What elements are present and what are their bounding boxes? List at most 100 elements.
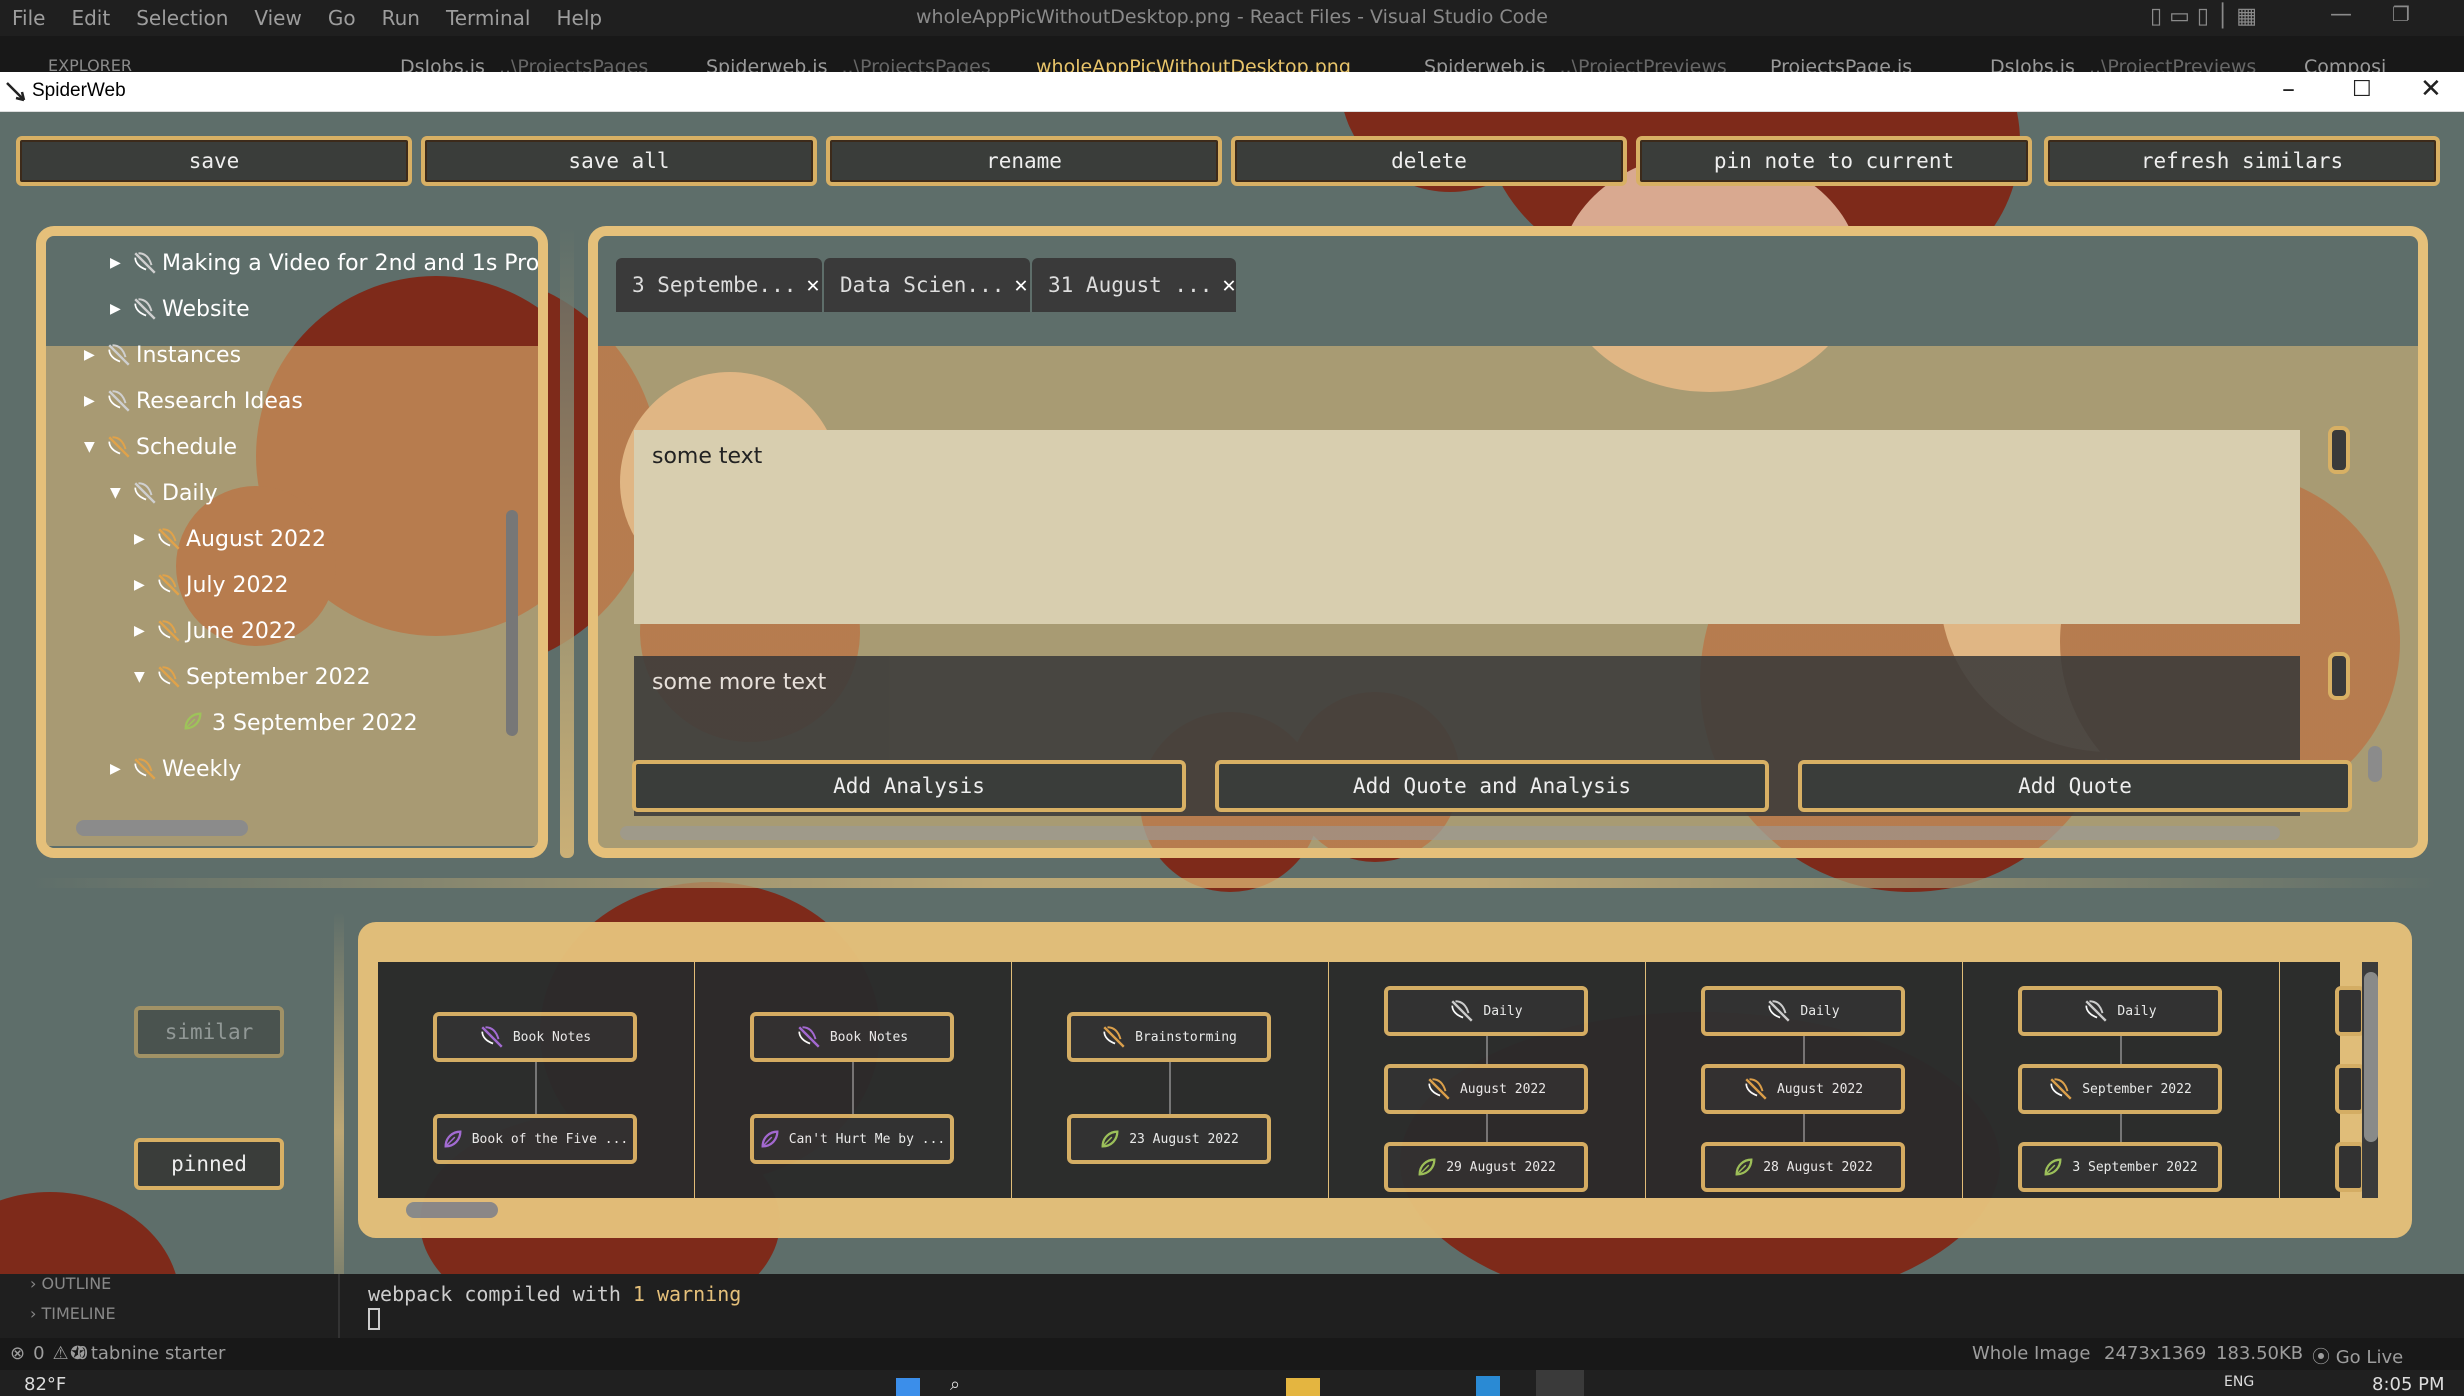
tree-item[interactable]: ▼ Daily [110,480,218,506]
tree-item[interactable]: ▶ Weekly [110,756,241,782]
tree-vertical-scrollbar[interactable] [506,510,518,736]
tree-item[interactable]: ▶ Instances [84,342,241,368]
similar-column[interactable]: Daily August 2022 28 August 2022 [1646,962,1962,1198]
similar-note-chip[interactable]: Book Notes [750,1012,954,1062]
collapsed-caret-icon[interactable]: ▶ [134,623,150,639]
add-quote-button[interactable]: Add Quote [1798,760,2352,812]
pinned-button[interactable]: pinned [134,1138,284,1190]
collapsed-caret-icon[interactable]: ▶ [134,531,150,547]
note-tab[interactable]: 3 Septembe... ✕ [616,258,822,312]
tree-item[interactable]: ▼ Schedule [84,434,237,460]
editor-horizontal-scrollbar[interactable] [620,826,2280,840]
pin-note-to-current-button[interactable]: pin note to current [1636,136,2032,186]
expanded-caret-icon[interactable]: ▼ [84,439,100,455]
note-tab[interactable]: 31 August ... ✕ [1032,258,1236,312]
tree-view[interactable]: ▶ Making a Video for 2nd and 1s Prob ▶ Webs… [46,236,538,848]
save-all-button[interactable]: save all [421,136,817,186]
tree-item[interactable]: 3 September 2022 [160,710,418,736]
similar-note-chip[interactable]: August 2022 [1701,1064,1905,1114]
save-button[interactable]: save [16,136,412,186]
similars-horizontal-scrollbar[interactable] [406,1202,498,1218]
horizontal-divider[interactable] [30,878,2440,888]
vscode-taskbar-icon[interactable] [1476,1376,1500,1396]
similar-note-chip[interactable]: August 2022 [1384,1064,1588,1114]
close-tab-icon[interactable]: ✕ [806,273,819,298]
similar-column[interactable]: Brainstorming 23 August 2022 [1012,962,1328,1198]
timeline-section[interactable]: › TIMELINE [30,1304,116,1323]
similar-column[interactable]: Daily August 2022 29 August 2022 [1329,962,1645,1198]
text-area-1-handle[interactable] [2328,426,2350,474]
vscode-tab[interactable]: DsJobs.js ..\ProjectsPages [400,56,648,72]
similar-note-chip[interactable]: 29 August 2022 [1384,1142,1588,1192]
layout-controls-icon[interactable]: ▯ ▭ ▯ │ ▦ [2150,4,2257,29]
vscode-tab[interactable]: Spiderweb.js ..\ProjectsPages [706,56,991,72]
search-icon[interactable]: ⌕ [950,1374,960,1395]
vscode-tab[interactable]: Spiderweb.js ..\ProjectPreviews [1424,56,1727,72]
delete-button[interactable]: delete [1231,136,1627,186]
collapsed-caret-icon[interactable]: ▶ [110,301,126,317]
similar-note-chip[interactable]: Book Notes [433,1012,637,1062]
collapsed-caret-icon[interactable]: ▶ [84,393,100,409]
tree-item[interactable]: ▶ Making a Video for 2nd and 1s Prob [110,250,538,276]
tree-item[interactable]: ▶ August 2022 [134,526,326,552]
vscode-tab[interactable]: DsJobs.js ..\ProjectPreviews [1990,56,2256,72]
file-explorer-icon[interactable] [1286,1378,1320,1396]
similar-column-partial[interactable] [2280,962,2365,1198]
spiderweb-taskbar-icon[interactable] [1536,1370,1584,1396]
tree-item[interactable]: ▼ September 2022 [134,664,371,690]
similar-note-chip[interactable]: September 2022 [2018,1064,2222,1114]
vertical-divider[interactable] [334,912,344,1274]
similar-note-chip[interactable] [2335,1142,2365,1192]
collapsed-caret-icon[interactable]: ▶ [110,255,126,271]
tree-item[interactable]: ▶ Website [110,296,250,322]
similar-note-chip[interactable]: Book of the Five ... [433,1114,637,1164]
vscode-tab[interactable]: wholeAppPicWithoutDesktop.png [1036,56,1351,72]
weather-temperature[interactable]: 82°F [24,1374,66,1395]
add-analysis-button[interactable]: Add Analysis [632,760,1186,812]
collapsed-caret-icon[interactable]: ▶ [134,577,150,593]
app-minimize-icon[interactable]: – [2282,74,2295,104]
similar-note-chip[interactable]: Daily [1384,986,1588,1036]
vscode-tab[interactable]: ProjectsPage.js [1770,56,1912,72]
app-maximize-icon[interactable]: ☐ [2352,77,2372,102]
image-mode[interactable]: Whole Image [1972,1343,2090,1364]
app-close-icon[interactable]: ✕ [2420,74,2442,104]
tree-item[interactable]: ▶ July 2022 [134,572,289,598]
similar-note-chip[interactable]: Brainstorming [1067,1012,1271,1062]
rename-button[interactable]: rename [826,136,1222,186]
close-tab-icon[interactable]: ✕ [1222,273,1235,298]
similar-button[interactable]: similar [134,1006,284,1058]
refresh-similars-button[interactable]: refresh similars [2044,136,2440,186]
go-live-button[interactable]: ⦿ Go Live [2312,1343,2403,1369]
editor-vertical-scrollbar[interactable] [2368,746,2382,782]
vscode-tab[interactable]: Composi [2304,56,2386,72]
similar-note-chip[interactable]: Daily [1701,986,1905,1036]
text-area-2-handle[interactable] [2328,652,2350,700]
language-indicator[interactable]: ENG [2224,1374,2254,1390]
clock[interactable]: 8:05 PM [2372,1374,2445,1395]
tree-item[interactable]: ▶ June 2022 [134,618,297,644]
start-icon[interactable] [896,1378,920,1396]
similar-note-chip[interactable]: 3 September 2022 [2018,1142,2222,1192]
expanded-caret-icon[interactable]: ▼ [110,485,126,501]
tree-item[interactable]: ▶ Research Ideas [84,388,303,414]
similar-note-chip[interactable]: Can't Hurt Me by ... [750,1114,954,1164]
minimize-icon[interactable]: — [2330,2,2352,27]
note-tab[interactable]: Data Scien... ✕ [824,258,1030,312]
similar-note-chip[interactable]: 28 August 2022 [1701,1142,1905,1192]
add-quote-and-analysis-button[interactable]: Add Quote and Analysis [1215,760,1769,812]
similar-column[interactable]: Book Notes Can't Hurt Me by ... [695,962,1011,1198]
similars-vertical-scrollbar[interactable] [2364,972,2378,1142]
close-tab-icon[interactable]: ✕ [1014,273,1027,298]
similar-note-chip[interactable] [2335,986,2365,1036]
collapsed-caret-icon[interactable]: ▶ [110,761,126,777]
panel-divider[interactable] [560,226,574,858]
similar-note-chip[interactable]: Daily [2018,986,2222,1036]
similar-note-chip[interactable] [2335,1064,2365,1114]
expanded-caret-icon[interactable]: ▼ [134,669,150,685]
restore-icon[interactable]: ❐ [2392,2,2410,26]
similar-column[interactable]: Daily September 2022 3 September 2022 [1963,962,2279,1198]
note-text-area-1[interactable]: some text [634,430,2300,624]
tree-horizontal-scrollbar[interactable] [76,820,248,836]
similar-note-chip[interactable]: 23 August 2022 [1067,1114,1271,1164]
